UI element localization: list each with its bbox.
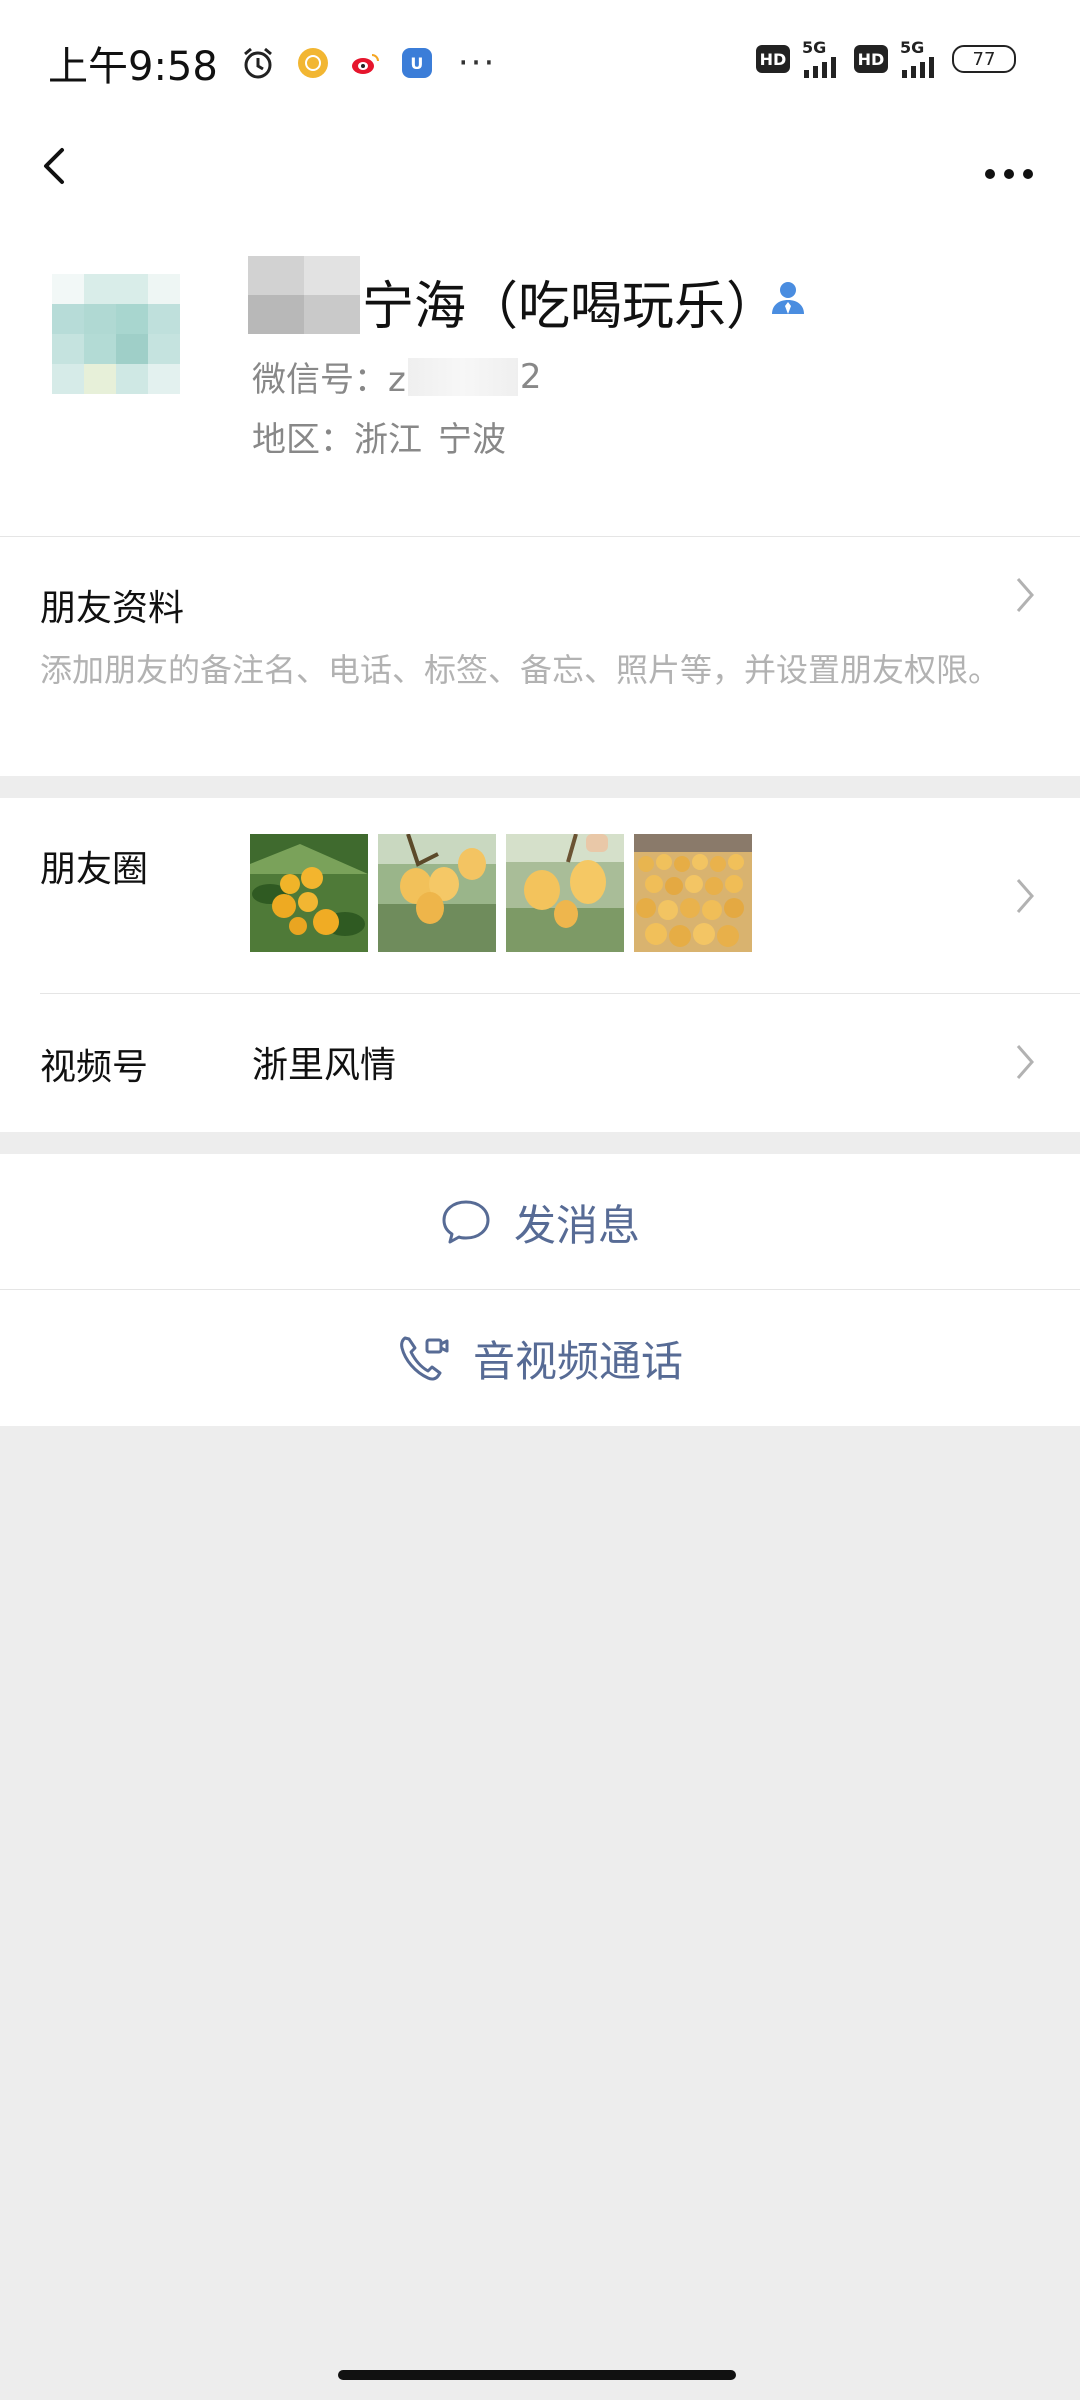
moments-photo-loquat-pile (634, 834, 752, 952)
friend-info-row[interactable]: 朋友资料 添加朋友的备注名、电话、标签、备忘、照片等，并设置朋友权限。 (0, 536, 1080, 776)
wechat-id-redacted (407, 357, 518, 396)
friend-info-title: 朋友资料 (40, 588, 185, 629)
moments-photo-loquat-hand (506, 834, 624, 952)
moments-thumbnails (250, 834, 752, 952)
moments-label: 朋友圈 (40, 849, 149, 890)
actions-section: 发消息 音视频通话 (0, 1154, 1080, 1426)
friend-info-description: 添加朋友的备注名、电话、标签、备忘、照片等，并设置朋友权限。 (40, 651, 1001, 689)
hd-badge: HD (756, 45, 790, 73)
profile-card: 宁海（吃喝玩乐） 微信号：z 2 地区：浙江 宁波 (0, 202, 1080, 536)
chat-bubble-icon (442, 1200, 490, 1244)
region-province: 浙江 (354, 420, 422, 460)
signal-bars-icon (902, 57, 934, 78)
avatar[interactable] (52, 274, 180, 394)
more-button[interactable] (974, 136, 1044, 196)
nav-bar (0, 126, 1080, 202)
home-indicator[interactable] (338, 2370, 736, 2380)
back-button[interactable] (28, 136, 88, 196)
wechat-id-suffix: 2 (519, 356, 542, 397)
region: 地区：浙江 宁波 (252, 412, 522, 461)
region-label: 地区： (252, 420, 354, 460)
wechat-id-prefix: 微信号：z (252, 360, 406, 400)
status-bar: 上午9:58 U ··· HD 5G HD 5G 77 (0, 0, 1080, 126)
moments-photo-loquat-cluster (378, 834, 496, 952)
moments-row[interactable]: 朋友圈 (0, 798, 1080, 994)
send-message-label: 发消息 (513, 1200, 640, 1250)
wechat-id: 微信号：z 2 (252, 352, 542, 401)
channels-row[interactable]: 视频号 浙里风情 (0, 994, 1080, 1130)
signal-bars-icon (804, 57, 836, 78)
status-time: 上午9:58 (48, 44, 218, 90)
u-app-icon: U (401, 48, 432, 78)
battery-icon: 77 (952, 45, 1016, 73)
nickname: 宁海（吃喝玩乐） (362, 277, 779, 337)
hd-badge-2: HD (854, 45, 888, 73)
region-city: 宁波 (438, 420, 506, 460)
chevron-left-icon (44, 148, 64, 184)
more-notifications-icon: ··· (457, 43, 497, 83)
timer-app-icon (297, 48, 328, 78)
signal-2: 5G (900, 40, 940, 78)
status-indicators: HD 5G HD 5G 77 (756, 40, 1016, 78)
chevron-right-icon (1016, 879, 1034, 913)
chevron-right-icon (1016, 578, 1034, 612)
more-horizontal-icon (985, 169, 1033, 179)
person-icon (772, 282, 804, 314)
send-message-button[interactable]: 发消息 (0, 1154, 1080, 1290)
video-call-button[interactable]: 音视频通话 (0, 1290, 1080, 1426)
social-section: 朋友圈 视频号 浙里风情 (0, 798, 1080, 1132)
chevron-right-icon (1016, 1045, 1034, 1079)
weibo-icon (350, 48, 380, 78)
alarm-icon (240, 45, 276, 81)
phone-video-icon (400, 1336, 449, 1381)
moments-photo-loquat-branch (250, 834, 368, 952)
signal-1: 5G (802, 40, 842, 78)
channel-name: 浙里风情 (252, 1045, 397, 1086)
channels-label: 视频号 (40, 1047, 149, 1088)
nickname-redacted (248, 256, 360, 334)
video-call-label: 音视频通话 (472, 1336, 683, 1386)
